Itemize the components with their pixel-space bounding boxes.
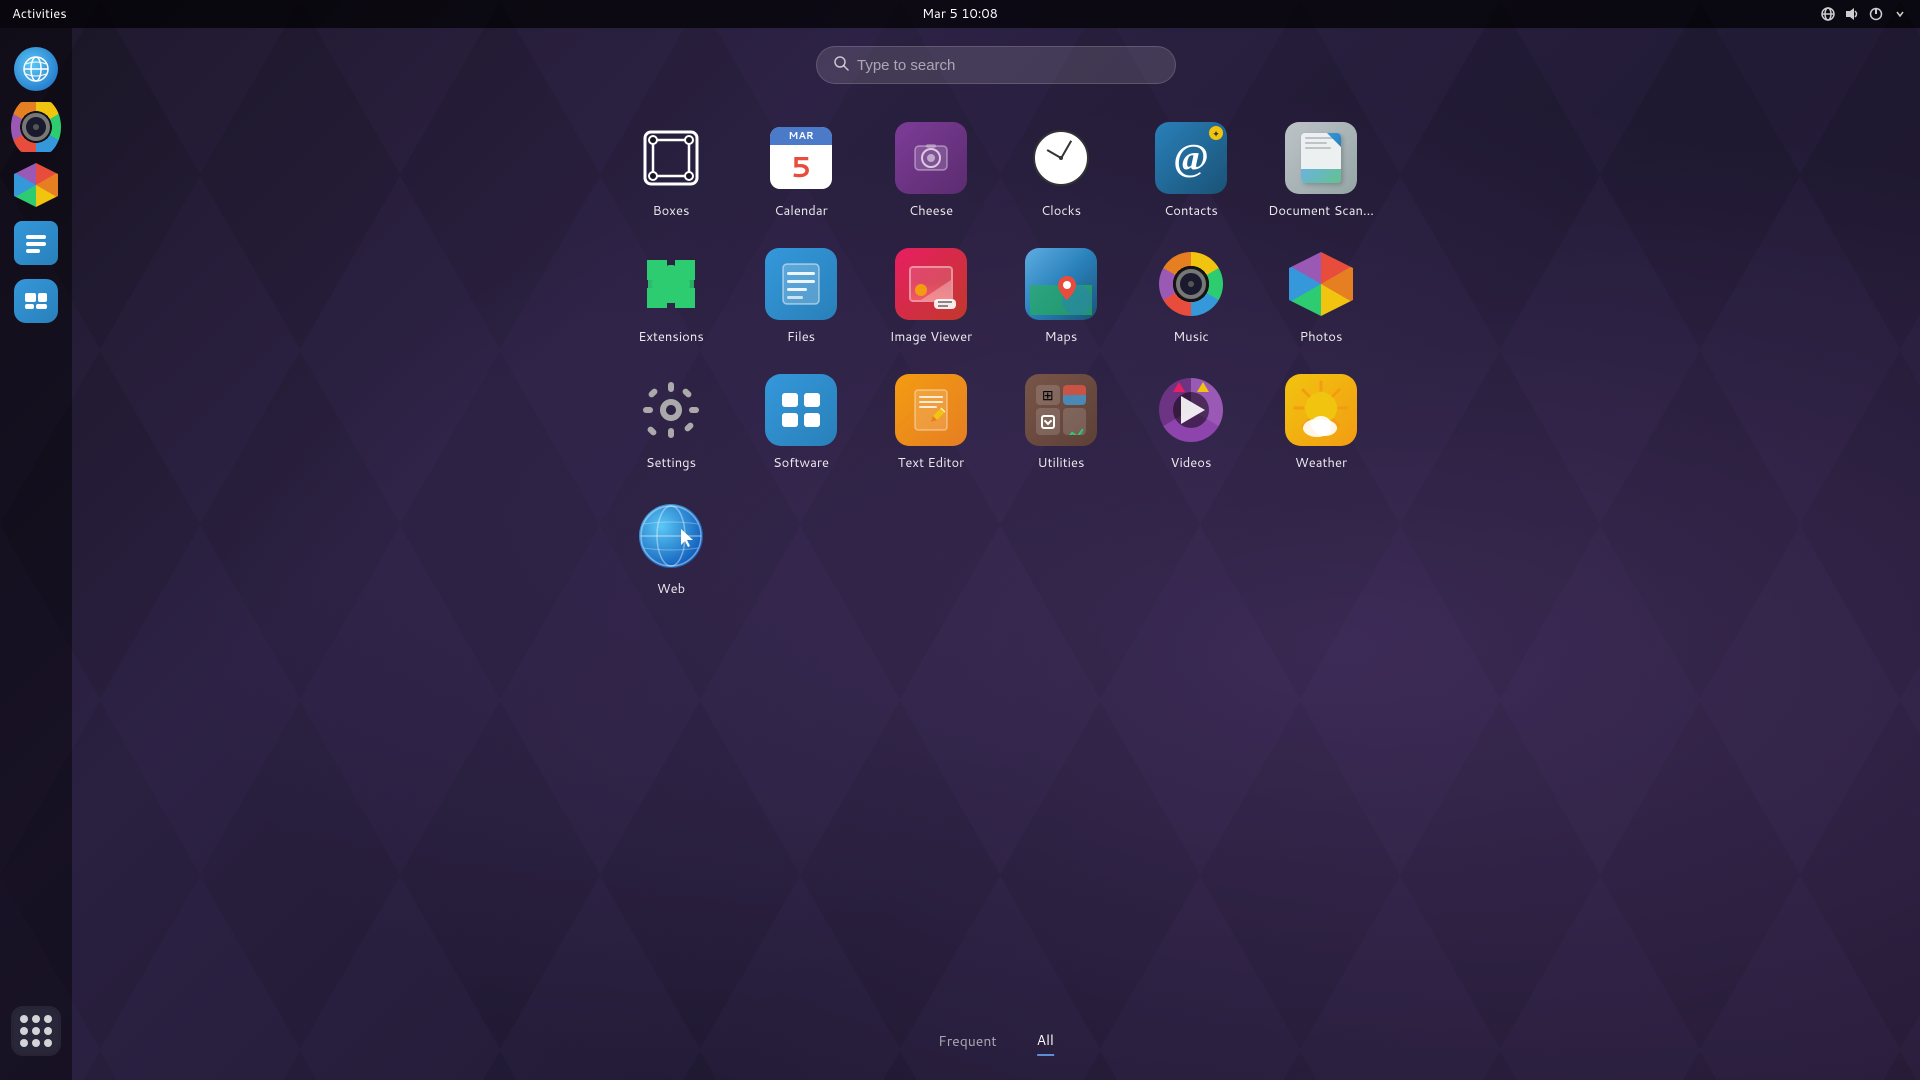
sidebar-item-software[interactable]	[11, 276, 61, 326]
topbar-datetime: Mar 5 10:08	[922, 5, 998, 23]
app-area: Boxes MAR 5 Calendar	[72, 28, 1920, 1080]
sidebar-item-files[interactable]	[11, 218, 61, 268]
app-item-photos[interactable]: Photos	[1256, 240, 1386, 354]
app-grid: Boxes MAR 5 Calendar	[606, 114, 1386, 606]
search-bar[interactable]	[816, 46, 1176, 84]
app-item-boxes[interactable]: Boxes	[606, 114, 736, 228]
search-icon	[833, 55, 849, 76]
app-label-maps: Maps	[1045, 328, 1078, 346]
sidebar-item-app-drawer[interactable]	[11, 1006, 61, 1056]
app-label-imageviewer: Image Viewer	[890, 328, 972, 346]
app-label-extensions: Extensions	[638, 328, 704, 346]
sidebar-item-music[interactable]	[11, 102, 61, 152]
app-label-music: Music	[1173, 328, 1209, 346]
app-item-utilities[interactable]: ⊞	[996, 366, 1126, 480]
app-item-videos[interactable]: Videos	[1126, 366, 1256, 480]
sidebar-item-photos[interactable]	[11, 160, 61, 210]
activities-button[interactable]: Activities	[12, 5, 67, 23]
power-icon[interactable]	[1868, 6, 1884, 22]
search-input[interactable]	[857, 57, 1159, 74]
app-label-weather: Weather	[1295, 454, 1347, 472]
app-label-software: Software	[773, 454, 829, 472]
app-item-files[interactable]: Files	[736, 240, 866, 354]
app-label-utilities: Utilities	[1038, 454, 1085, 472]
app-item-music[interactable]: Music	[1126, 240, 1256, 354]
app-item-weather[interactable]: Weather	[1256, 366, 1386, 480]
bottom-tabs: Frequent All	[938, 1030, 1054, 1056]
sidebar	[0, 28, 72, 1080]
tab-frequent[interactable]: Frequent	[938, 1031, 997, 1055]
app-label-contacts: Contacts	[1164, 202, 1218, 220]
app-item-software[interactable]: Software	[736, 366, 866, 480]
app-item-texteditor[interactable]: Text Editor	[866, 366, 996, 480]
tab-all[interactable]: All	[1037, 1030, 1054, 1056]
network-icon[interactable]	[1820, 6, 1836, 22]
app-item-extensions[interactable]: Extensions	[606, 240, 736, 354]
app-item-calendar[interactable]: MAR 5 Calendar	[736, 114, 866, 228]
app-item-contacts[interactable]: @ ✦ Contacts	[1126, 114, 1256, 228]
app-label-videos: Videos	[1171, 454, 1212, 472]
app-label-calendar: Calendar	[774, 202, 827, 220]
app-label-settings: Settings	[646, 454, 696, 472]
app-label-web: Web	[657, 580, 685, 598]
app-item-clocks[interactable]: Clocks	[996, 114, 1126, 228]
volume-icon[interactable]	[1844, 6, 1860, 22]
chevron-down-icon[interactable]	[1892, 6, 1908, 22]
app-label-docscan: Document Scan...	[1268, 202, 1374, 220]
sidebar-item-web-browser[interactable]	[11, 44, 61, 94]
app-label-files: Files	[787, 328, 815, 346]
app-label-photos: Photos	[1300, 328, 1343, 346]
app-item-docscan[interactable]: Document Scan...	[1256, 114, 1386, 228]
app-label-clocks: Clocks	[1041, 202, 1081, 220]
topbar: Activities Mar 5 10:08	[0, 0, 1920, 28]
app-item-imageviewer[interactable]: Image Viewer	[866, 240, 996, 354]
app-label-boxes: Boxes	[653, 202, 690, 220]
topbar-systray	[1820, 6, 1908, 22]
app-item-maps[interactable]: Maps	[996, 240, 1126, 354]
app-item-settings[interactable]: Settings	[606, 366, 736, 480]
app-item-web[interactable]: Web	[606, 492, 736, 606]
app-label-cheese: Cheese	[909, 202, 953, 220]
app-label-texteditor: Text Editor	[898, 454, 965, 472]
app-item-cheese[interactable]: Cheese	[866, 114, 996, 228]
